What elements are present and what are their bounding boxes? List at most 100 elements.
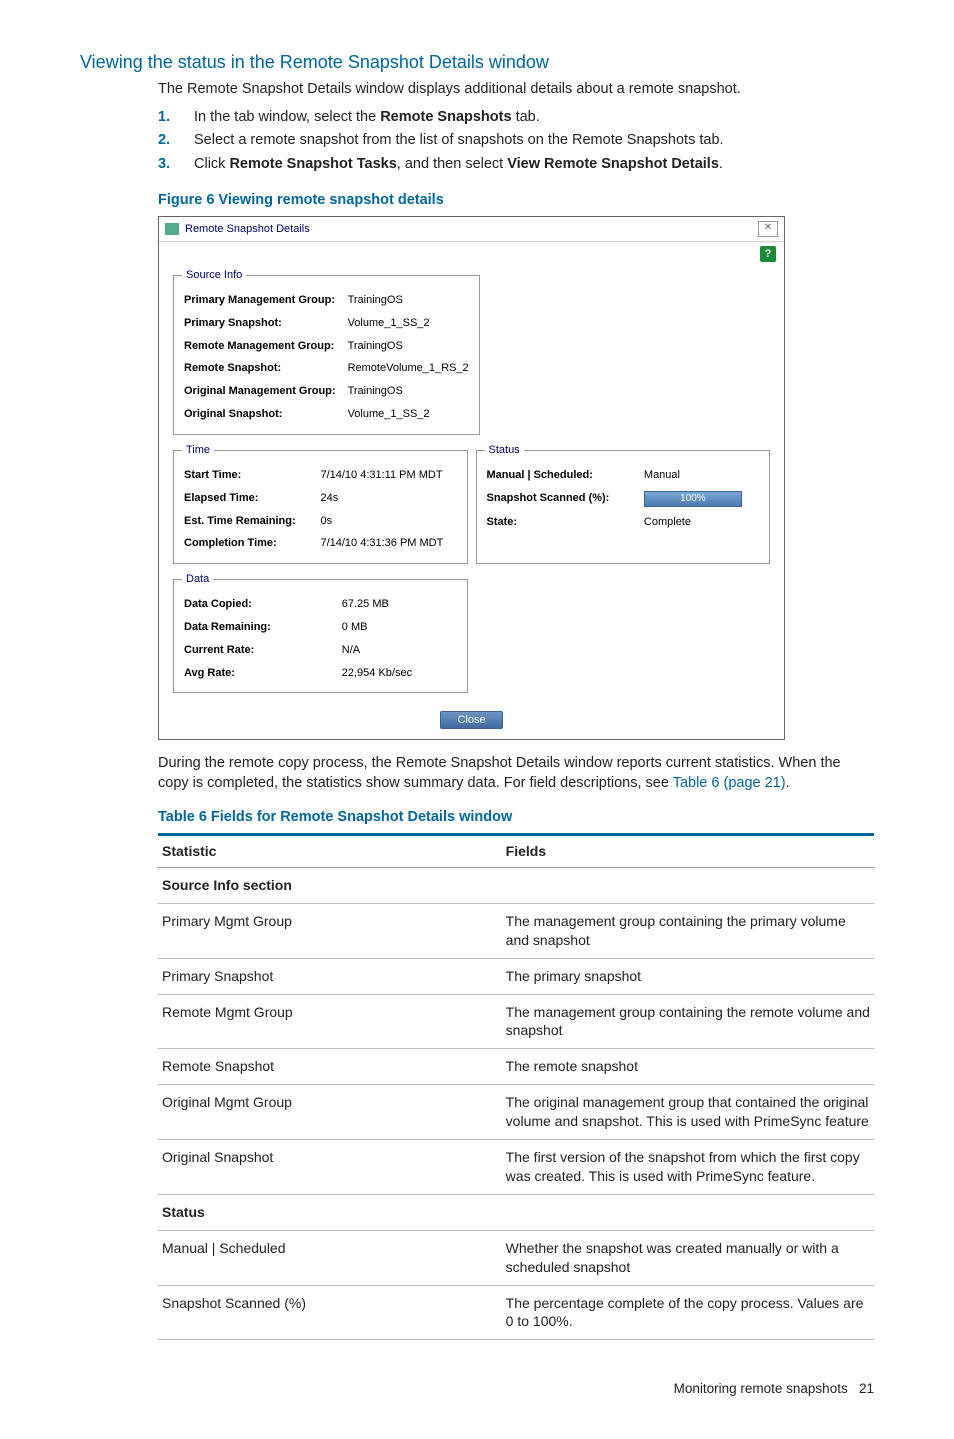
step-text: , and then select (397, 156, 507, 172)
kv-key: Est. Time Remaining: (182, 510, 318, 533)
kv-value: 24s (318, 487, 458, 510)
dialog-icon (165, 223, 179, 235)
paragraph-text: . (786, 775, 790, 791)
kv-value: 22,954 Kb/sec (340, 662, 459, 685)
table-row: Remote Mgmt GroupThe management group co… (158, 994, 874, 1049)
kv-row: Current Rate:N/A (182, 639, 459, 662)
kv-value: TrainingOS (346, 335, 471, 358)
kv-row: Remote Snapshot:RemoteVolume_1_RS_2 (182, 357, 471, 380)
cell-fields: The management group containing the prim… (502, 903, 874, 958)
time-group: Time Start Time:7/14/10 4:31:11 PM MDTEl… (173, 443, 468, 564)
kv-key: Data Remaining: (182, 616, 340, 639)
kv-value: 0s (318, 510, 458, 533)
table-row: Snapshot Scanned (%)The percentage compl… (158, 1285, 874, 1340)
kv-key: Data Copied: (182, 593, 340, 616)
kv-key: Original Management Group: (182, 380, 346, 403)
kv-row: Avg Rate:22,954 Kb/sec (182, 662, 459, 685)
kv-key: Remote Snapshot: (182, 357, 346, 380)
kv-value: 0 MB (340, 616, 459, 639)
kv-value: 100% (642, 487, 761, 511)
kv-row: Est. Time Remaining:0s (182, 510, 459, 533)
cell-statistic: Manual | Scheduled (158, 1230, 502, 1285)
cell-statistic: Primary Mgmt Group (158, 903, 502, 958)
step-bold: Remote Snapshot Tasks (229, 156, 396, 172)
cell-fields: The original management group that conta… (502, 1085, 874, 1140)
kv-key: Start Time: (182, 464, 318, 487)
step-text: Select a remote snapshot from the list o… (194, 132, 724, 148)
kv-row: Manual | Scheduled:Manual (485, 464, 762, 487)
kv-value: Volume_1_SS_2 (346, 403, 471, 426)
intro-paragraph: The Remote Snapshot Details window displ… (158, 80, 874, 100)
kv-row: State:Complete (485, 511, 762, 534)
cell-fields: The primary snapshot (502, 958, 874, 994)
col-fields: Fields (502, 835, 874, 868)
cell-fields: The percentage complete of the copy proc… (502, 1285, 874, 1340)
kv-row: Remote Management Group:TrainingOS (182, 335, 471, 358)
cell-statistic: Status (158, 1194, 502, 1230)
kv-row: Elapsed Time:24s (182, 487, 459, 510)
figure-caption: Figure 6 Viewing remote snapshot details (158, 191, 874, 211)
source-info-group: Source Info Primary Management Group:Tra… (173, 268, 480, 435)
kv-value: Complete (642, 511, 761, 534)
remote-snapshot-details-dialog: Remote Snapshot Details ✕ ? Source Info … (158, 216, 785, 740)
close-button[interactable]: Close (440, 711, 502, 729)
table-row: Original SnapshotThe first version of th… (158, 1140, 874, 1195)
kv-row: Start Time:7/14/10 4:31:11 PM MDT (182, 464, 459, 487)
cell-fields: The first version of the snapshot from w… (502, 1140, 874, 1195)
step-text: In the tab window, select the (194, 109, 380, 125)
step-text: . (719, 156, 723, 172)
cell-statistic: Remote Snapshot (158, 1049, 502, 1085)
step-number: 3. (158, 155, 170, 175)
table-row: Source Info section (158, 868, 874, 904)
table-6-link[interactable]: Table 6 (page 21) (673, 775, 786, 791)
step-2: 2. Select a remote snapshot from the lis… (158, 129, 874, 153)
kv-row: Original Snapshot:Volume_1_SS_2 (182, 403, 471, 426)
cell-statistic: Snapshot Scanned (%) (158, 1285, 502, 1340)
cell-fields: The management group containing the remo… (502, 994, 874, 1049)
kv-value: RemoteVolume_1_RS_2 (346, 357, 471, 380)
section-heading: Viewing the status in the Remote Snapsho… (80, 50, 874, 74)
group-legend: Status (485, 443, 524, 458)
kv-key: Original Snapshot: (182, 403, 346, 426)
kv-key: Primary Management Group: (182, 289, 346, 312)
group-legend: Source Info (182, 268, 246, 283)
table-row: Remote SnapshotThe remote snapshot (158, 1049, 874, 1085)
kv-key: Avg Rate: (182, 662, 340, 685)
kv-key: Completion Time: (182, 532, 318, 555)
cell-fields: Whether the snapshot was created manuall… (502, 1230, 874, 1285)
cell-fields (502, 1194, 874, 1230)
cell-fields (502, 868, 874, 904)
cell-statistic: Source Info section (158, 868, 502, 904)
progress-bar: 100% (644, 491, 742, 507)
cell-statistic: Primary Snapshot (158, 958, 502, 994)
table-row: Status (158, 1194, 874, 1230)
dialog-titlebar: Remote Snapshot Details ✕ (159, 217, 784, 242)
kv-row: Primary Snapshot:Volume_1_SS_2 (182, 312, 471, 335)
step-3: 3. Click Remote Snapshot Tasks, and then… (158, 153, 874, 177)
close-icon[interactable]: ✕ (758, 221, 778, 237)
kv-row: Original Management Group:TrainingOS (182, 380, 471, 403)
page-number: 21 (859, 1381, 874, 1396)
step-bold: Remote Snapshots (380, 109, 511, 125)
kv-row: Completion Time:7/14/10 4:31:36 PM MDT (182, 532, 459, 555)
kv-value: TrainingOS (346, 380, 471, 403)
steps-list: 1. In the tab window, select the Remote … (158, 106, 874, 177)
kv-key: Elapsed Time: (182, 487, 318, 510)
status-group: Status Manual | Scheduled:ManualSnapshot… (476, 443, 771, 564)
cell-fields: The remote snapshot (502, 1049, 874, 1085)
fields-table: Statistic Fields Source Info sectionPrim… (158, 833, 874, 1340)
kv-key: Remote Management Group: (182, 335, 346, 358)
group-legend: Time (182, 443, 214, 458)
kv-key: Snapshot Scanned (%): (485, 487, 642, 511)
kv-value: 7/14/10 4:31:36 PM MDT (318, 532, 458, 555)
paragraph: During the remote copy process, the Remo… (158, 754, 874, 793)
kv-row: Data Remaining:0 MB (182, 616, 459, 639)
step-bold: View Remote Snapshot Details (507, 156, 719, 172)
kv-row: Snapshot Scanned (%):100% (485, 487, 762, 511)
footer-text: Monitoring remote snapshots (674, 1381, 848, 1396)
kv-key: Manual | Scheduled: (485, 464, 642, 487)
table-row: Original Mgmt GroupThe original manageme… (158, 1085, 874, 1140)
table-row: Manual | ScheduledWhether the snapshot w… (158, 1230, 874, 1285)
step-1: 1. In the tab window, select the Remote … (158, 106, 874, 130)
help-icon[interactable]: ? (760, 246, 776, 262)
